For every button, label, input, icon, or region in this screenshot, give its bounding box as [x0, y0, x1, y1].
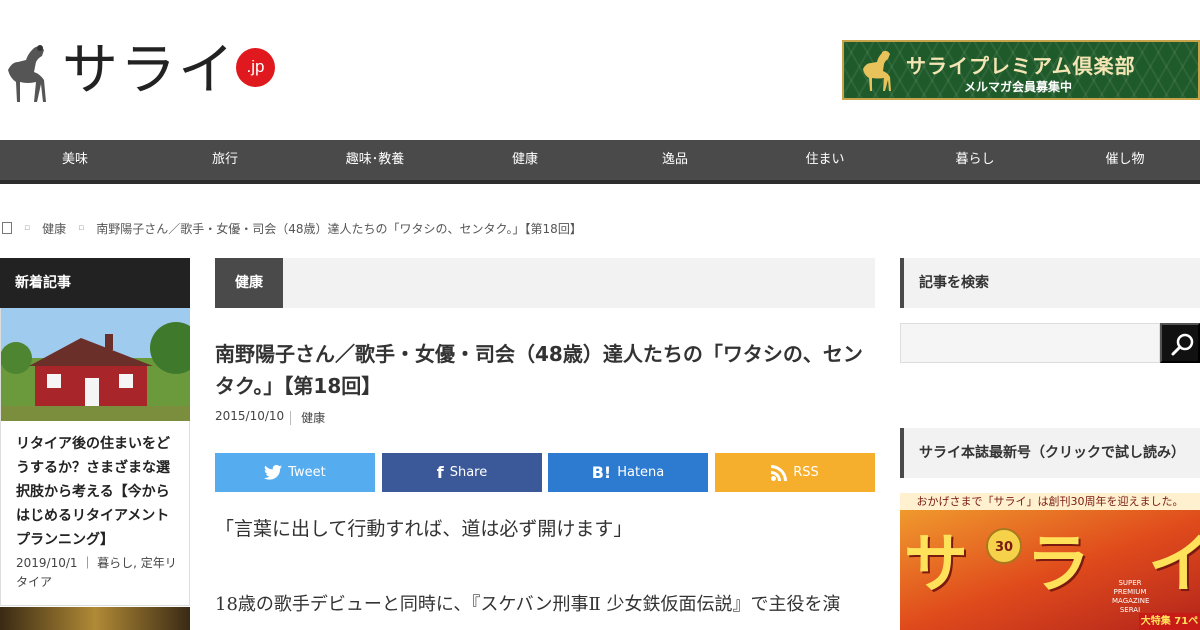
magazine-cover[interactable]: おかげさまで「サライ」は創刊30周年を迎えました。 サライ 30 SUPER P…	[900, 493, 1200, 630]
main-nav: 美味 旅行 趣味･教養 健康 逸品 住まい 暮らし 催し物	[0, 140, 1200, 180]
facebook-share-button[interactable]: f Share	[382, 453, 542, 492]
nav-item-events[interactable]: 催し物	[1050, 140, 1200, 180]
article-thumbnail	[1, 308, 190, 421]
nav-item-housing[interactable]: 住まい	[750, 140, 900, 180]
nav-item-hobby[interactable]: 趣味･教養	[300, 140, 450, 180]
nav-item-health[interactable]: 健康	[450, 140, 600, 180]
site-logo[interactable]: サライ .jp	[4, 38, 284, 106]
search-input[interactable]	[900, 323, 1160, 363]
breadcrumb-separator-icon: ▫	[24, 223, 31, 233]
home-icon[interactable]	[2, 222, 12, 234]
breadcrumb-current: 南野陽子さん／歌手・女優・司会（48歳）達人たちの「ワタシの、センタク。」【第1…	[96, 221, 582, 236]
article-date: 2015/10/10	[215, 409, 285, 423]
logo-domain-badge: .jp	[236, 48, 275, 87]
article-meta: 2015/10/10 健康	[215, 409, 325, 426]
twitter-icon	[264, 465, 283, 480]
search-icon	[1171, 333, 1194, 356]
new-article-card[interactable]: リタイア後の住まいをどうするか？さまざまな選択肢から考える【今からはじめるリタイ…	[0, 308, 190, 606]
anniversary-badge: 30	[986, 528, 1022, 564]
hatena-icon: B!	[591, 463, 612, 482]
breadcrumb-item-health[interactable]: 健康	[42, 220, 66, 237]
camel-icon	[863, 50, 891, 91]
breadcrumb-separator-icon: ▫	[78, 223, 85, 233]
search-button[interactable]	[1160, 323, 1200, 363]
breadcrumb: ▫ 健康 ▫ 南野陽子さん／歌手・女優・司会（48歳）達人たちの「ワタシの、セン…	[0, 219, 582, 237]
search-heading: 記事を検索	[900, 258, 1200, 308]
hatena-button[interactable]: B! Hatena	[548, 453, 708, 492]
magazine-band: おかげさまで「サライ」は創刊30周年を迎えました。	[900, 493, 1200, 510]
tweet-button[interactable]: Tweet	[215, 453, 375, 492]
article-title: 南野陽子さん／歌手・女優・司会（48歳）達人たちの「ワタシの、センタク。」【第1…	[215, 342, 863, 398]
nav-divider	[0, 180, 1200, 184]
nav-item-bimi[interactable]: 美味	[0, 140, 150, 180]
article-title[interactable]: リタイア後の住まいをどうするか？さまざまな選択肢から考える【今からはじめるリタイ…	[16, 432, 178, 552]
share-label: Share	[449, 465, 488, 480]
meta-divider	[290, 411, 292, 425]
nav-item-living[interactable]: 暮らし	[900, 140, 1050, 180]
category-bar: 健康	[215, 258, 875, 308]
rss-label: RSS	[793, 465, 819, 480]
nav-item-goods[interactable]: 逸品	[600, 140, 750, 180]
article-meta: 2019/10/1 ｜ 暮らし, 定年リタイア	[16, 556, 177, 589]
latest-magazine-heading: サライ本誌最新号（クリックで試し読み）	[900, 428, 1200, 478]
banner-subtitle: メルマガ会員募集中	[964, 80, 1073, 94]
next-article-thumbnail[interactable]	[0, 607, 190, 630]
article-lead-quote: 「言葉に出して行動すれば、道は必ず開けます」	[215, 518, 633, 540]
rss-button[interactable]: RSS	[715, 453, 875, 492]
house-illustration	[1, 308, 190, 421]
hatena-label: Hatena	[617, 465, 665, 480]
article-category-link[interactable]: 健康	[301, 409, 325, 426]
logo-text: サライ	[62, 38, 236, 103]
nav-item-travel[interactable]: 旅行	[150, 140, 300, 180]
article-body: 18歳の歌手デビューと同時に、『スケバン刑事Ⅱ 少女鉄仮面伝説』で主役を演	[215, 594, 841, 615]
category-tag[interactable]: 健康	[215, 258, 283, 308]
camel-icon	[8, 45, 46, 102]
premium-club-banner[interactable]: サライプレミアム倶楽部 メルマガ会員募集中	[842, 40, 1200, 100]
magazine-feature-badge: 大特集 71ページ 保存版	[1139, 613, 1200, 630]
magazine-caption: SUPER PREMIUM MAGAZINE SERAI	[1112, 579, 1150, 614]
rss-icon	[771, 464, 788, 481]
facebook-icon: f	[436, 463, 444, 482]
new-articles-heading: 新着記事	[0, 258, 190, 308]
banner-title: サライプレミアム倶楽部	[906, 54, 1136, 78]
magazine-title: サライ	[904, 527, 1200, 602]
tweet-label: Tweet	[288, 465, 326, 480]
